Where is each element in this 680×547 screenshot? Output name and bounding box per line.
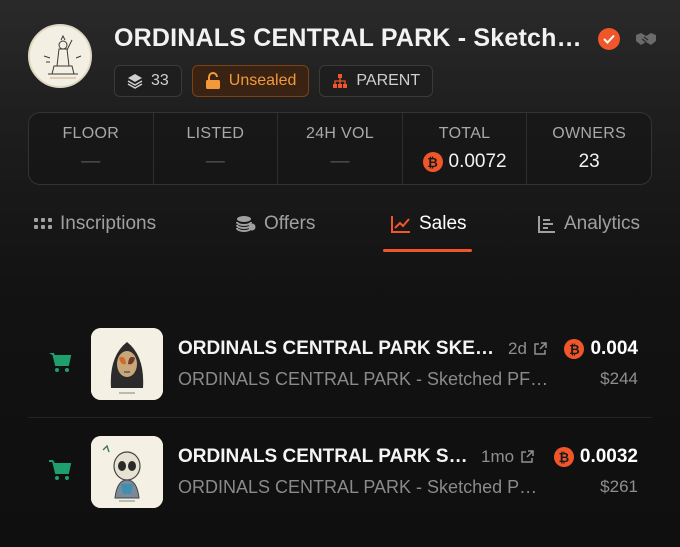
stat-value: 23 xyxy=(578,151,600,172)
stat-total: TOTAL ₿ 0.0072 xyxy=(403,113,528,184)
statue-sketch-image xyxy=(30,26,90,86)
hierarchy-icon xyxy=(333,74,348,88)
sale-price: ₿ 0.004 xyxy=(564,338,638,360)
stat-value: — xyxy=(330,151,350,172)
stat-value: — xyxy=(81,151,101,172)
stat-owners: OWNERS 23 xyxy=(527,113,651,184)
title-row: ORDINALS CENTRAL PARK - Sketch… xyxy=(114,24,658,53)
sale-usd: $244 xyxy=(600,369,638,388)
handshake-icon[interactable] xyxy=(634,29,658,49)
verified-badge-icon xyxy=(597,27,620,50)
parent-chip[interactable]: PARENT xyxy=(319,65,434,97)
grid-dots-icon xyxy=(34,218,52,229)
stat-floor: FLOOR — xyxy=(29,113,154,184)
tab-bar: Inscriptions Offers Sales Analytics xyxy=(0,205,680,255)
sale-usd: $261 xyxy=(600,477,638,496)
bar-chart-icon xyxy=(538,216,555,233)
external-link-icon xyxy=(521,450,534,463)
stat-label: LISTED xyxy=(186,125,245,142)
inscription-thumbnail[interactable] xyxy=(91,328,163,400)
parent-label: PARENT xyxy=(356,72,421,89)
tab-sales[interactable]: Sales xyxy=(391,213,467,235)
sale-age[interactable]: 1mo xyxy=(481,447,534,467)
sale-row[interactable]: ORDINALS CENTRAL PARK S… 1mo ₿ 0.0032 OR… xyxy=(28,426,652,526)
sale-age-text: 1mo xyxy=(481,447,515,466)
item-count: 33 xyxy=(151,72,169,89)
active-tab-indicator xyxy=(383,249,472,252)
stat-label: 24H VOL xyxy=(306,125,374,142)
sale-price: ₿ 0.0032 xyxy=(553,446,638,468)
collection-stats: FLOOR — LISTED — 24H VOL — TOTAL ₿ 0.007… xyxy=(28,112,652,185)
sale-row[interactable]: ORDINALS CENTRAL PARK SKE… 2d ₿ 0.004 OR… xyxy=(28,318,652,418)
stat-listed: LISTED — xyxy=(154,113,279,184)
tab-offers[interactable]: Offers xyxy=(236,213,315,235)
tab-inscriptions[interactable]: Inscriptions xyxy=(34,213,156,235)
bitcoin-icon: ₿ xyxy=(553,447,574,467)
sale-age-text: 2d xyxy=(508,339,527,358)
inscription-name[interactable]: ORDINALS CENTRAL PARK SKE… xyxy=(178,338,494,360)
external-link-icon xyxy=(534,342,547,355)
skull-figure-sketch-image xyxy=(91,436,163,508)
tab-label: Inscriptions xyxy=(60,213,157,234)
collection-avatar[interactable] xyxy=(28,24,92,88)
bitcoin-icon: ₿ xyxy=(564,339,585,359)
tab-label: Analytics xyxy=(564,213,641,234)
sale-price-value: 0.0032 xyxy=(579,446,638,467)
bitcoin-icon: ₿ xyxy=(422,152,443,172)
total-value: 0.0072 xyxy=(448,151,507,172)
cart-icon xyxy=(49,460,72,480)
tab-label: Sales xyxy=(419,213,467,234)
collection-header: ORDINALS CENTRAL PARK - Sketch… 33 Unsea… xyxy=(28,24,660,104)
collection-name: ORDINALS CENTRAL PARK - Sketched PF… xyxy=(178,369,549,389)
coins-icon xyxy=(236,216,256,232)
inscription-name[interactable]: ORDINALS CENTRAL PARK S… xyxy=(178,446,468,468)
item-count-chip[interactable]: 33 xyxy=(114,65,182,97)
sale-age[interactable]: 2d xyxy=(508,339,547,359)
stat-24h-vol: 24H VOL — xyxy=(278,113,403,184)
unsealed-label: Unsealed xyxy=(228,72,297,89)
hooded-alien-sketch-image xyxy=(91,328,163,400)
stat-value-total: ₿ 0.0072 xyxy=(422,151,507,173)
stat-label: TOTAL xyxy=(438,125,491,142)
unsealed-chip[interactable]: Unsealed xyxy=(191,65,310,97)
cart-icon xyxy=(49,352,72,372)
unlock-icon xyxy=(205,72,220,89)
stat-label: OWNERS xyxy=(552,125,627,142)
sale-price-value: 0.004 xyxy=(590,338,638,359)
layers-icon xyxy=(127,74,143,89)
stat-value: — xyxy=(205,151,225,172)
collection-name: ORDINALS CENTRAL PARK - Sketched P… xyxy=(178,477,538,497)
collection-title: ORDINALS CENTRAL PARK - Sketch… xyxy=(114,24,582,52)
collection-chips: 33 Unsealed PARENT xyxy=(114,65,434,97)
stat-label: FLOOR xyxy=(62,125,120,142)
trend-chart-icon xyxy=(391,216,410,233)
inscription-thumbnail[interactable] xyxy=(91,436,163,508)
tab-analytics[interactable]: Analytics xyxy=(538,213,640,235)
tab-label: Offers xyxy=(264,213,316,234)
